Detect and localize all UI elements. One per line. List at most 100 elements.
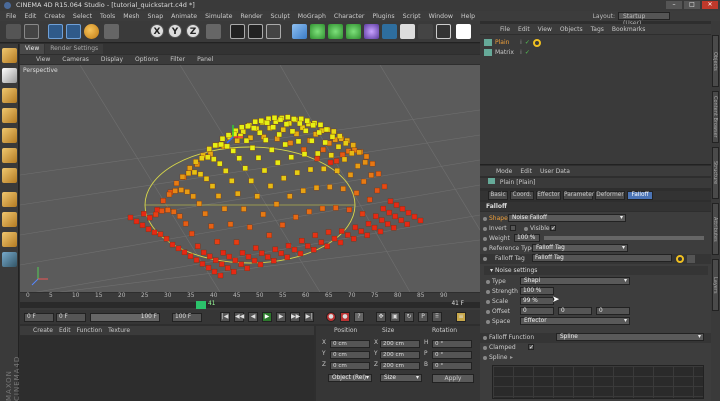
clone-cube[interactable]: [349, 150, 355, 156]
weight-field[interactable]: 100 %: [514, 234, 540, 242]
animate-dot-icon[interactable]: [483, 247, 487, 251]
clone-cube[interactable]: [284, 254, 290, 260]
cinema4d-c-icon[interactable]: [456, 24, 471, 39]
start-frame-field[interactable]: 0 F: [24, 313, 54, 322]
clone-cube[interactable]: [221, 206, 228, 212]
clone-cube[interactable]: [231, 269, 237, 275]
clone-cube[interactable]: [297, 120, 303, 127]
clone-cube[interactable]: [205, 154, 211, 160]
clone-cube[interactable]: [369, 161, 376, 167]
apply-button[interactable]: Apply: [432, 374, 474, 383]
falloff-tag-icon[interactable]: [676, 255, 684, 263]
clone-cube[interactable]: [298, 116, 304, 122]
clone-cube[interactable]: [272, 246, 278, 253]
clone-cube[interactable]: [255, 155, 262, 161]
clone-cube[interactable]: [381, 183, 388, 190]
clone-cube[interactable]: [318, 239, 324, 245]
timeline-track[interactable]: 41 41 F: [20, 301, 480, 309]
side-tab-layers[interactable]: Layers: [712, 259, 719, 311]
clone-cube[interactable]: [327, 159, 334, 166]
next-key-icon[interactable]: ▶▶: [290, 312, 300, 322]
clone-cube[interactable]: [385, 221, 391, 227]
clone-cube[interactable]: [277, 116, 284, 123]
menu-item-mograph[interactable]: MoGraph: [294, 13, 330, 20]
falloff-function-dropdown[interactable]: Spline: [556, 333, 704, 341]
clone-cube[interactable]: [227, 221, 234, 227]
layout-selector[interactable]: Layout: Startup (User): [593, 12, 670, 27]
visible-checkbox[interactable]: ✓: [550, 225, 556, 232]
render-picture-viewer-icon[interactable]: [248, 24, 263, 39]
clone-cube[interactable]: [219, 136, 226, 142]
tab-effector[interactable]: Effector: [536, 191, 561, 200]
go-to-end-icon[interactable]: ▶|: [304, 312, 314, 322]
clone-cube[interactable]: [232, 257, 238, 264]
rotation-h-field[interactable]: 0 °: [432, 340, 472, 348]
clone-cube[interactable]: [215, 193, 222, 199]
position-y-field[interactable]: 0 cm: [330, 351, 370, 359]
clone-cube[interactable]: [166, 191, 172, 198]
menu-item-file[interactable]: File: [2, 13, 20, 20]
axis-mode-icon[interactable]: [2, 192, 17, 207]
clone-cube[interactable]: [247, 224, 253, 230]
snap-icon[interactable]: [2, 232, 17, 247]
clone-cube[interactable]: [323, 126, 330, 133]
material-menu-item-texture[interactable]: Texture: [105, 327, 133, 334]
undo-icon[interactable]: [6, 24, 21, 39]
clone-cube[interactable]: [335, 144, 342, 150]
viewport-menu-item-filter[interactable]: Filter: [164, 56, 191, 63]
go-to-start-icon[interactable]: |◀: [220, 312, 230, 322]
previous-key-icon[interactable]: ◀◀: [234, 312, 244, 322]
rotate-tool-icon[interactable]: [84, 24, 99, 39]
texture-mode-icon[interactable]: [2, 88, 17, 103]
offset-z-field[interactable]: 0: [596, 307, 630, 315]
clone-cube[interactable]: [257, 130, 263, 136]
clone-cube[interactable]: [239, 250, 246, 256]
enabled-check-icon[interactable]: ✓: [525, 39, 530, 46]
offset-y-field[interactable]: 0: [558, 307, 592, 315]
recent-tool-icon[interactable]: [104, 24, 119, 39]
clone-cube[interactable]: [139, 222, 146, 228]
light-icon[interactable]: [436, 24, 451, 39]
viewport-menu-item-display[interactable]: Display: [95, 56, 129, 63]
live-selection-icon[interactable]: [24, 24, 39, 39]
clone-cube[interactable]: [257, 261, 264, 268]
clone-cube[interactable]: [287, 193, 293, 199]
size-y-field[interactable]: 200 cm: [380, 351, 420, 359]
pla-key-icon[interactable]: ⠿: [432, 312, 442, 322]
clone-cube[interactable]: [321, 166, 327, 172]
animate-dot-icon[interactable]: [483, 356, 487, 360]
clone-cube[interactable]: [238, 261, 244, 267]
clone-cube[interactable]: [193, 159, 199, 165]
clone-cube[interactable]: [212, 142, 218, 149]
render-view-icon[interactable]: [230, 24, 245, 39]
size-mode-dropdown[interactable]: Size: [380, 374, 422, 382]
tab-render-settings[interactable]: Render Settings: [45, 44, 104, 54]
clone-cube[interactable]: [364, 232, 370, 238]
clone-cube[interactable]: [278, 250, 284, 256]
clone-cube[interactable]: [171, 209, 177, 215]
scale-tool-icon[interactable]: [66, 24, 81, 39]
clone-cube[interactable]: [281, 175, 287, 181]
material-menu-item-function[interactable]: Function: [74, 327, 106, 334]
clone-cube[interactable]: [316, 129, 322, 136]
clone-cube[interactable]: [258, 118, 264, 124]
clone-cube[interactable]: [329, 134, 336, 140]
clone-cube[interactable]: [248, 178, 254, 184]
clone-cube[interactable]: [213, 257, 219, 263]
clone-cube[interactable]: [275, 159, 281, 166]
collapse-triangle-icon[interactable]: ▾: [490, 267, 493, 274]
clone-cube[interactable]: [313, 185, 320, 191]
object-menu-item-objects[interactable]: Objects: [556, 26, 587, 33]
clone-cube[interactable]: [151, 229, 158, 236]
clone-cube[interactable]: [289, 128, 296, 135]
clone-cube[interactable]: [259, 250, 265, 256]
clone-cube[interactable]: [267, 183, 274, 189]
menu-item-help[interactable]: Help: [457, 13, 479, 20]
clone-cube[interactable]: [230, 148, 236, 154]
visibility-dots-icon[interactable]: ⁞: [520, 39, 522, 46]
menu-item-snap[interactable]: Snap: [144, 13, 168, 20]
polygons-mode-icon[interactable]: [2, 168, 17, 183]
clone-cube[interactable]: [350, 142, 356, 148]
clone-cube[interactable]: [177, 213, 183, 219]
clone-cube[interactable]: [405, 210, 412, 216]
